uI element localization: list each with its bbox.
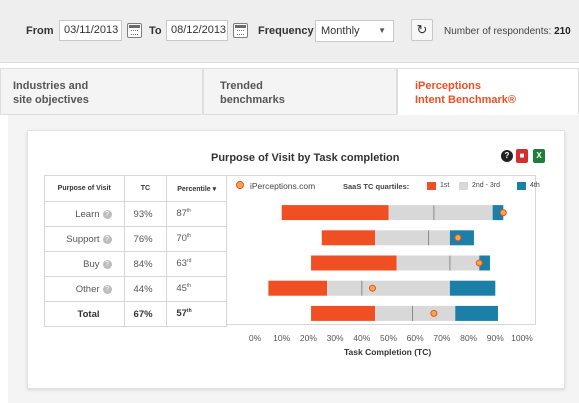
q23-bar	[375, 230, 450, 246]
x-tick-label: 50%	[379, 333, 398, 343]
q1-bar	[281, 205, 389, 221]
x-tick-label: 40%	[353, 333, 371, 343]
x-tick-label: 60%	[406, 333, 424, 343]
q23-bar	[375, 305, 456, 321]
x-tick-label: 100%	[511, 333, 533, 343]
x-tick-label: 30%	[326, 333, 344, 343]
site-marker[interactable]	[454, 234, 462, 242]
x-tick-label: 0%	[248, 333, 262, 343]
q4-bar	[449, 230, 474, 246]
q4-bar	[449, 280, 496, 296]
site-marker[interactable]	[475, 259, 483, 267]
q1-bar	[268, 280, 328, 296]
x-tick-label: 80%	[460, 333, 478, 343]
q4-bar	[455, 305, 498, 321]
q1-bar	[311, 305, 376, 321]
site-marker[interactable]	[368, 284, 376, 292]
x-tick-label: 70%	[433, 333, 451, 343]
q1-bar	[311, 255, 397, 271]
q1-bar	[321, 230, 376, 246]
site-marker[interactable]	[499, 209, 507, 217]
x-tick-label: 90%	[486, 333, 504, 343]
q23-bar	[396, 255, 480, 271]
x-axis-label: Task Completion (TC)	[344, 347, 432, 357]
q23-bar	[388, 205, 493, 221]
site-marker[interactable]	[430, 309, 438, 317]
q23-bar	[327, 280, 450, 296]
x-tick-label: 20%	[299, 333, 317, 343]
x-tick-label: 10%	[273, 333, 291, 343]
